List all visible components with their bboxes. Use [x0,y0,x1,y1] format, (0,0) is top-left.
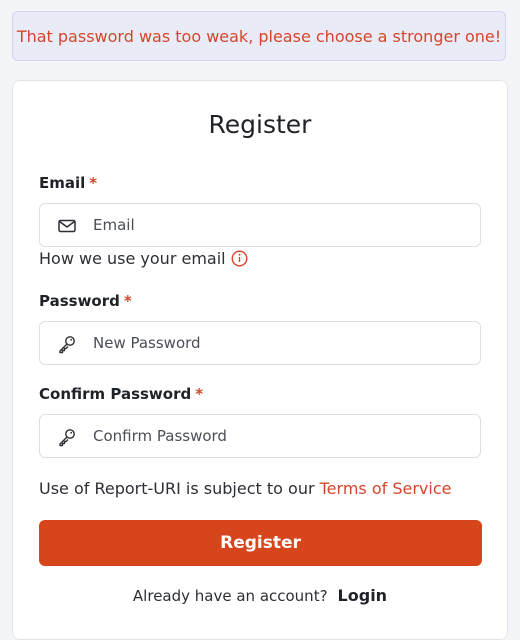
confirm-password-label: Confirm Password * [39,385,203,403]
confirm-password-label-text: Confirm Password [39,385,192,403]
email-helper: How we use your email [39,249,248,268]
key-icon [57,427,77,447]
error-alert-message: That password was too weak, please choos… [16,26,502,46]
login-prompt: Already have an account? Login [0,586,520,605]
confirm-password-field[interactable] [39,414,481,458]
password-label: Password * [39,292,132,310]
required-marker: * [195,385,204,403]
terms-prefix: Use of Report-URI is subject to our [39,479,315,498]
confirm-password-input[interactable] [93,415,463,457]
register-button[interactable]: Register [39,520,482,566]
required-marker: * [89,174,98,192]
email-field[interactable] [39,203,481,247]
password-label-text: Password [39,292,120,310]
email-input[interactable] [93,204,463,246]
envelope-icon [57,216,77,236]
password-input[interactable] [93,322,463,364]
email-label: Email * [39,174,97,192]
password-field[interactable] [39,321,481,365]
key-icon [57,334,77,354]
login-prompt-text: Already have an account? [132,587,328,605]
info-icon[interactable] [231,250,248,267]
login-link[interactable]: Login [338,586,388,605]
error-alert: That password was too weak, please choos… [12,11,506,61]
page-title: Register [208,110,312,139]
required-marker: * [123,292,132,310]
email-label-text: Email [39,174,86,192]
terms-notice: Use of Report-URI is subject to our Term… [39,479,451,498]
email-helper-text: How we use your email [39,249,226,268]
terms-of-service-link[interactable]: Terms of Service [320,479,452,498]
